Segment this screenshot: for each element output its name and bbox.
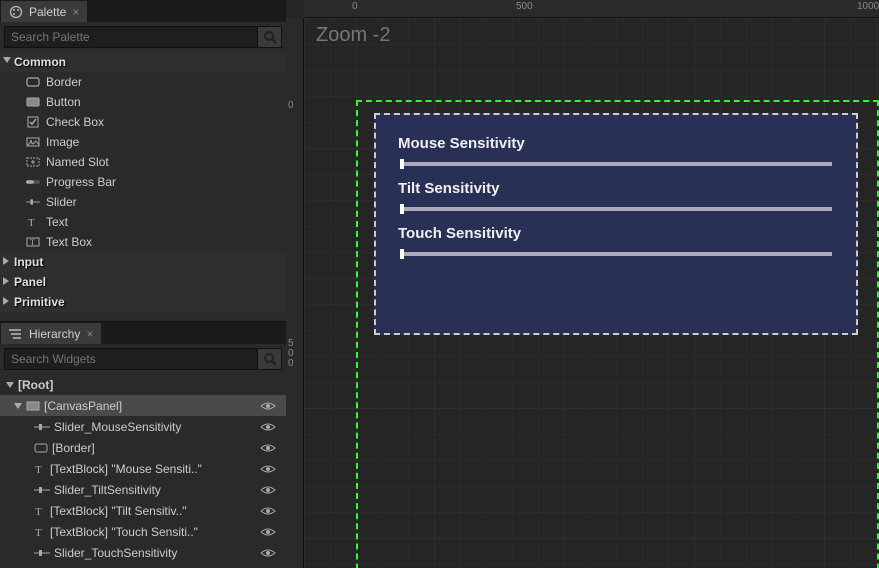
ruler-vertical: 0 5 0 0 <box>286 18 304 568</box>
slider-tilt-sensitivity[interactable] <box>400 207 832 211</box>
hierarchy-search-input[interactable] <box>4 348 258 370</box>
image-icon <box>26 136 40 148</box>
chevron-down-icon <box>14 403 22 409</box>
hierarchy-root[interactable]: [Root] <box>0 374 286 395</box>
text-icon: T <box>34 463 46 475</box>
button-icon <box>26 96 40 108</box>
hierarchy-item-slider-mouse[interactable]: Slider_MouseSensitivity <box>0 416 286 437</box>
svg-text:T: T <box>35 506 42 517</box>
palette-category-input[interactable]: Input <box>0 252 286 272</box>
palette-item-textbox[interactable]: T Text Box <box>0 232 286 252</box>
chevron-right-icon <box>3 297 9 305</box>
palette-tree: Common Border Button Check Box Image Nam… <box>0 52 286 321</box>
text-icon: T <box>26 216 40 228</box>
checkbox-icon <box>26 116 40 128</box>
palette-item-button[interactable]: Button <box>0 92 286 112</box>
hierarchy-item-slider-touch[interactable]: Slider_TouchSensitivity <box>0 542 286 563</box>
palette-search <box>4 26 282 48</box>
slider-icon <box>34 486 50 494</box>
border-icon <box>26 76 40 88</box>
hierarchy-search-button[interactable] <box>258 348 282 370</box>
palette-item-border[interactable]: Border <box>0 72 286 92</box>
hierarchy-tree: [Root] [CanvasPanel] Slider_MouseSensiti… <box>0 374 286 568</box>
close-icon[interactable]: × <box>72 6 79 18</box>
svg-text:T: T <box>35 527 42 538</box>
visibility-toggle[interactable] <box>260 485 280 495</box>
palette-search-input[interactable] <box>4 26 258 48</box>
visibility-toggle[interactable] <box>260 401 280 411</box>
label-touch-sensitivity[interactable]: Touch Sensitivity <box>398 225 834 242</box>
visibility-toggle[interactable] <box>260 506 280 516</box>
textbox-icon: T <box>26 236 40 248</box>
palette-item-image[interactable]: Image <box>0 132 286 152</box>
chevron-down-icon <box>3 57 11 63</box>
palette-item-namedslot[interactable]: Named Slot <box>0 152 286 172</box>
hierarchy-item-text-touch[interactable]: T [TextBlock] "Touch Sensiti.." <box>0 521 286 542</box>
viewport[interactable]: 0 500 1000 0 5 0 0 Zoom -2 Mouse Sensiti… <box>286 0 879 568</box>
canvas-area[interactable]: Zoom -2 Mouse Sensitivity Tilt Sensitivi… <box>304 18 879 568</box>
label-mouse-sensitivity[interactable]: Mouse Sensitivity <box>398 135 834 152</box>
svg-text:T: T <box>35 464 42 475</box>
panel-icon <box>26 401 40 411</box>
palette-panel: Palette × Common Border Button <box>0 0 286 322</box>
hierarchy-tab-label: Hierarchy <box>29 327 80 341</box>
svg-text:T: T <box>30 238 35 247</box>
palette-icon <box>9 5 23 19</box>
palette-tab-label: Palette <box>29 5 66 19</box>
hierarchy-icon <box>9 327 23 341</box>
border-widget[interactable]: Mouse Sensitivity Tilt Sensitivity Touch… <box>374 113 858 335</box>
hierarchy-search <box>4 348 282 370</box>
visibility-toggle[interactable] <box>260 422 280 432</box>
slider-icon <box>34 549 50 557</box>
palette-tab[interactable]: Palette × <box>0 0 88 22</box>
palette-tab-header: Palette × <box>0 0 286 22</box>
palette-category-primitive[interactable]: Primitive <box>0 292 286 312</box>
close-icon[interactable]: × <box>86 328 93 340</box>
chevron-right-icon <box>3 257 9 265</box>
hierarchy-tab-header: Hierarchy × <box>0 322 286 344</box>
ruler-horizontal: 0 500 1000 <box>304 0 879 18</box>
chevron-right-icon <box>3 277 9 285</box>
slider-icon <box>26 196 40 208</box>
slider-touch-sensitivity[interactable] <box>400 252 832 256</box>
hierarchy-item-border[interactable]: [Border] <box>0 437 286 458</box>
hierarchy-item-text-tilt[interactable]: T [TextBlock] "Tilt Sensitiv.." <box>0 500 286 521</box>
palette-search-button[interactable] <box>258 26 282 48</box>
zoom-label: Zoom -2 <box>316 24 390 47</box>
palette-category-common[interactable]: Common <box>0 52 286 72</box>
border-icon <box>34 443 48 453</box>
palette-item-progressbar[interactable]: Progress Bar <box>0 172 286 192</box>
hierarchy-item-slider-tilt[interactable]: Slider_TiltSensitivity <box>0 479 286 500</box>
namedslot-icon <box>26 156 40 168</box>
visibility-toggle[interactable] <box>260 443 280 453</box>
slider-mouse-sensitivity[interactable] <box>400 162 832 166</box>
hierarchy-item-canvaspanel[interactable]: [CanvasPanel] <box>0 395 286 416</box>
visibility-toggle[interactable] <box>260 548 280 558</box>
visibility-toggle[interactable] <box>260 527 280 537</box>
text-icon: T <box>34 505 46 517</box>
palette-category-panel[interactable]: Panel <box>0 272 286 292</box>
progressbar-icon <box>26 176 40 188</box>
chevron-down-icon <box>6 382 14 388</box>
hierarchy-item-text-mouse[interactable]: T [TextBlock] "Mouse Sensiti.." <box>0 458 286 479</box>
text-icon: T <box>34 526 46 538</box>
label-tilt-sensitivity[interactable]: Tilt Sensitivity <box>398 180 834 197</box>
slider-icon <box>34 423 50 431</box>
visibility-toggle[interactable] <box>260 464 280 474</box>
svg-text:T: T <box>28 217 35 228</box>
palette-item-text[interactable]: T Text <box>0 212 286 232</box>
hierarchy-tab[interactable]: Hierarchy × <box>0 322 102 344</box>
hierarchy-panel: Hierarchy × [Root] [CanvasPanel] <box>0 322 286 568</box>
palette-item-slider[interactable]: Slider <box>0 192 286 212</box>
palette-item-checkbox[interactable]: Check Box <box>0 112 286 132</box>
